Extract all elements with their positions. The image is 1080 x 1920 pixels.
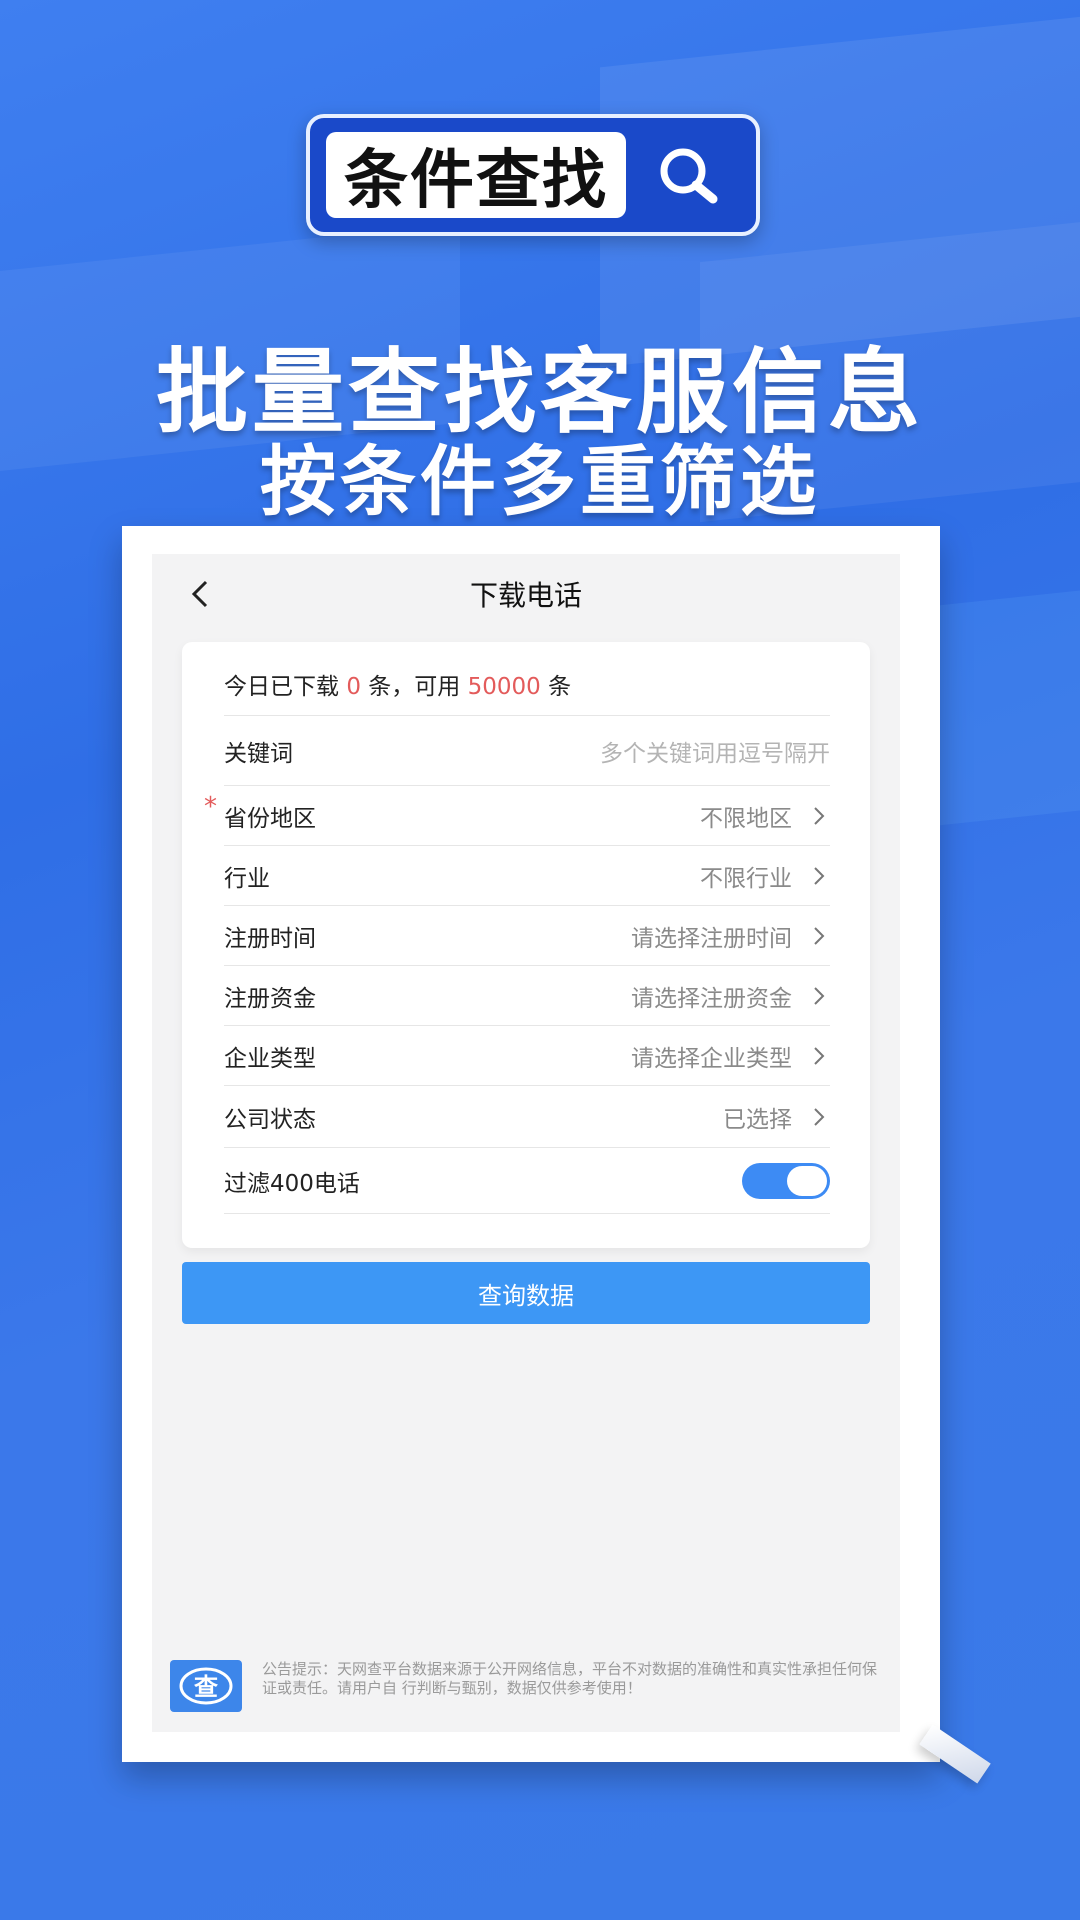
- search-icon: [636, 132, 744, 218]
- field-label: 过滤400电话: [224, 1170, 360, 1197]
- required-mark: *: [204, 792, 217, 822]
- field-label: 企业类型: [224, 1045, 316, 1072]
- keyword-input[interactable]: 多个关键词用逗号隔开: [600, 734, 830, 768]
- field-label: 注册资金: [224, 985, 316, 1012]
- chevron-right-icon: [814, 806, 825, 825]
- phone-mockup: 下载电话 今日已下载 0 条，可用 50000 条 关键词 多个关键词用逗号隔开…: [122, 526, 940, 1762]
- chevron-right-icon: [814, 1046, 825, 1065]
- badge-text: 条件查找: [326, 132, 626, 218]
- filter-form: 今日已下载 0 条，可用 50000 条 关键词 多个关键词用逗号隔开 * 省份…: [182, 642, 870, 1248]
- field-value: 已选择: [723, 1106, 792, 1133]
- chevron-left-icon: [191, 580, 208, 608]
- promo-subheadline: 按条件多重筛选: [260, 437, 820, 526]
- chevron-right-icon: [814, 926, 825, 945]
- top-bar: 下载电话: [152, 554, 900, 634]
- field-label: 省份地区: [224, 805, 316, 832]
- field-value: 请选择注册资金: [631, 985, 792, 1012]
- app-logo: 查: [170, 1660, 242, 1712]
- summary-prefix: 今日已下载: [224, 673, 339, 700]
- field-value: 请选择注册时间: [631, 925, 792, 952]
- region-field[interactable]: * 省份地区 不限地区: [204, 786, 830, 846]
- download-summary: 今日已下载 0 条，可用 50000 条: [224, 652, 830, 716]
- filter-400-field: 过滤400电话: [224, 1148, 830, 1214]
- chevron-right-icon: [814, 866, 825, 885]
- page-title: 下载电话: [469, 579, 582, 612]
- register-capital-field[interactable]: 注册资金 请选择注册资金: [224, 966, 830, 1026]
- field-value: 请选择企业类型: [631, 1045, 792, 1072]
- downloaded-count: 0: [346, 673, 361, 700]
- promo-badge: 条件查找: [306, 114, 760, 236]
- app-screen: 下载电话 今日已下载 0 条，可用 50000 条 关键词 多个关键词用逗号隔开…: [152, 554, 900, 1732]
- register-time-field[interactable]: 注册时间 请选择注册时间: [224, 906, 830, 966]
- field-label: 关键词: [224, 740, 293, 767]
- available-count: 50000: [467, 673, 541, 700]
- field-label: 行业: [224, 865, 270, 892]
- summary-middle: 条，可用: [368, 673, 461, 700]
- field-label: 注册时间: [224, 925, 316, 952]
- chevron-right-icon: [814, 986, 825, 1005]
- chevron-right-icon: [814, 1107, 825, 1126]
- back-button[interactable]: [184, 578, 216, 610]
- filter-400-toggle[interactable]: [742, 1162, 830, 1199]
- query-data-button[interactable]: 查询数据: [182, 1262, 870, 1324]
- company-type-field[interactable]: 企业类型 请选择企业类型: [224, 1026, 830, 1086]
- field-value: 不限行业: [700, 865, 792, 892]
- company-status-field[interactable]: 公司状态 已选择: [224, 1086, 830, 1148]
- notice: 查 公告提示：天网查平台数据来源于公开网络信息，平台不对数据的准确性和真实性承担…: [170, 1660, 880, 1724]
- industry-field[interactable]: 行业 不限行业: [224, 846, 830, 906]
- notice-text: 公告提示：天网查平台数据来源于公开网络信息，平台不对数据的准确性和真实性承担任何…: [262, 1660, 878, 1697]
- logo-char: 查: [194, 1673, 218, 1701]
- field-value: 不限地区: [700, 805, 792, 832]
- summary-suffix: 条: [548, 673, 572, 700]
- field-label: 公司状态: [224, 1106, 316, 1133]
- keyword-field[interactable]: 关键词 多个关键词用逗号隔开: [224, 716, 830, 786]
- toggle-knob: [787, 1165, 827, 1196]
